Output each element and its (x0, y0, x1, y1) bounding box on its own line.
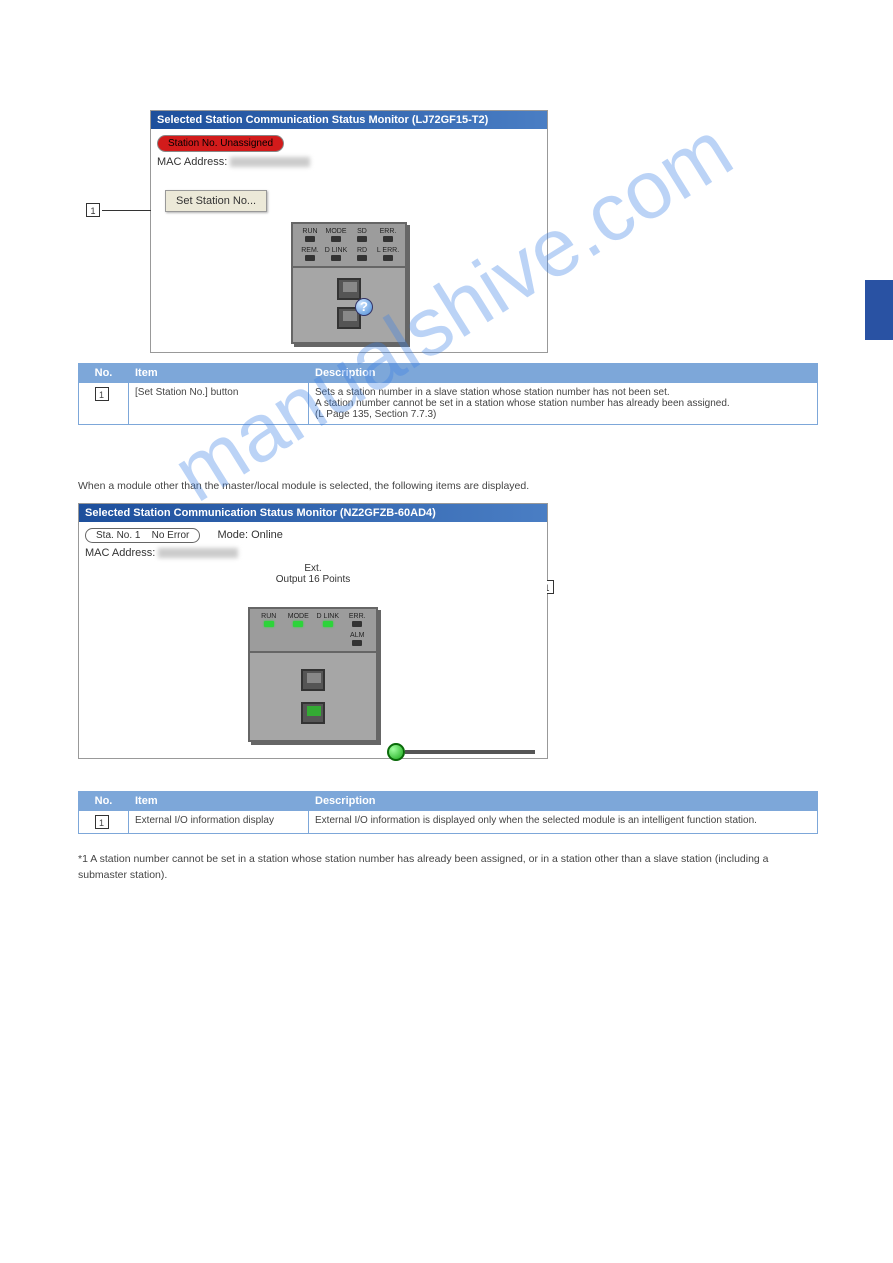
link-active-icon (387, 743, 405, 761)
led-label-rem: REM. (297, 247, 323, 254)
row-item: External I/O information display (129, 810, 309, 833)
mac-address-label: MAC Address: (157, 156, 227, 168)
led-label-run: RUN (297, 228, 323, 235)
led-off-icon (357, 255, 367, 261)
led-on-icon (293, 621, 303, 627)
led-label-dlink: D LINK (323, 247, 349, 254)
led-on-icon (323, 621, 333, 627)
led-label-err: ERR. (343, 613, 373, 620)
panel-station-unassigned: Selected Station Communication Status Mo… (150, 110, 548, 353)
cable-icon (405, 750, 535, 754)
footnote: *1 A station number cannot be set in a s… (78, 852, 815, 884)
col-header-description: Description (309, 791, 818, 810)
panel-station-assigned: Selected Station Communication Status Mo… (78, 503, 548, 759)
callout-table-panel1: No. Item Description 1 [Set Station No.]… (78, 363, 818, 425)
col-header-no: No. (79, 791, 129, 810)
led-label-sd: SD (349, 228, 375, 235)
section-intro: When a module other than the master/loca… (78, 479, 815, 495)
led-off-icon (352, 621, 362, 627)
col-header-description: Description (309, 364, 818, 383)
led-label-err: ERR. (375, 228, 401, 235)
ethernet-port-icon (301, 702, 325, 724)
status-badge-unassigned: Station No. Unassigned (157, 135, 284, 152)
led-label-rd: RD (349, 247, 375, 254)
led-off-icon (357, 236, 367, 242)
leader-line (102, 210, 158, 211)
led-off-icon (352, 640, 362, 646)
callout-table-panel2: No. Item Description 1 External I/O info… (78, 791, 818, 834)
mac-address-label: MAC Address: (85, 547, 155, 559)
led-off-icon (331, 255, 341, 261)
mac-address-value-blurred (230, 157, 310, 167)
row-number: 1 (95, 387, 109, 401)
station-status-pill: Sta. No. 1 No Error (85, 528, 200, 543)
led-label-mode: MODE (323, 228, 349, 235)
led-on-icon (264, 621, 274, 627)
row-item: [Set Station No.] button (129, 383, 309, 425)
led-label-lerr: L ERR. (375, 247, 401, 254)
ext-value: Output 16 Points (276, 574, 351, 585)
callout-number-1: 1 (86, 203, 104, 217)
module-graphic: RUN MODE D LINK ERR. ALM (248, 607, 378, 742)
led-label-mode: MODE (284, 613, 314, 620)
ethernet-port-icon (301, 669, 325, 691)
panel-title: Selected Station Communication Status Mo… (151, 111, 547, 129)
ethernet-port-icon (337, 278, 361, 300)
mode-value: Online (251, 529, 283, 541)
row-description: Sets a station number in a slave station… (309, 383, 818, 425)
led-label-run: RUN (254, 613, 284, 620)
module-graphic: RUN MODE SD ERR. REM. (291, 222, 407, 344)
mac-address-value-blurred (158, 548, 238, 558)
help-icon: ? (355, 298, 373, 316)
led-off-icon (305, 255, 315, 261)
col-header-item: Item (129, 791, 309, 810)
led-label-dlink: D LINK (313, 613, 343, 620)
led-off-icon (331, 236, 341, 242)
mode-label: Mode: (217, 529, 248, 541)
col-header-item: Item (129, 364, 309, 383)
table-row: 1 [Set Station No.] button Sets a statio… (79, 383, 818, 425)
set-station-no-button[interactable]: Set Station No... (165, 190, 267, 212)
row-number: 1 (95, 815, 109, 829)
col-header-no: No. (79, 364, 129, 383)
table-row: 1 External I/O information display Exter… (79, 810, 818, 833)
led-off-icon (383, 255, 393, 261)
led-off-icon (305, 236, 315, 242)
panel-title: Selected Station Communication Status Mo… (79, 504, 547, 522)
ext-label: Ext. (304, 563, 321, 574)
led-off-icon (383, 236, 393, 242)
row-description: External I/O information is displayed on… (309, 810, 818, 833)
led-label-alm: ALM (343, 632, 373, 639)
